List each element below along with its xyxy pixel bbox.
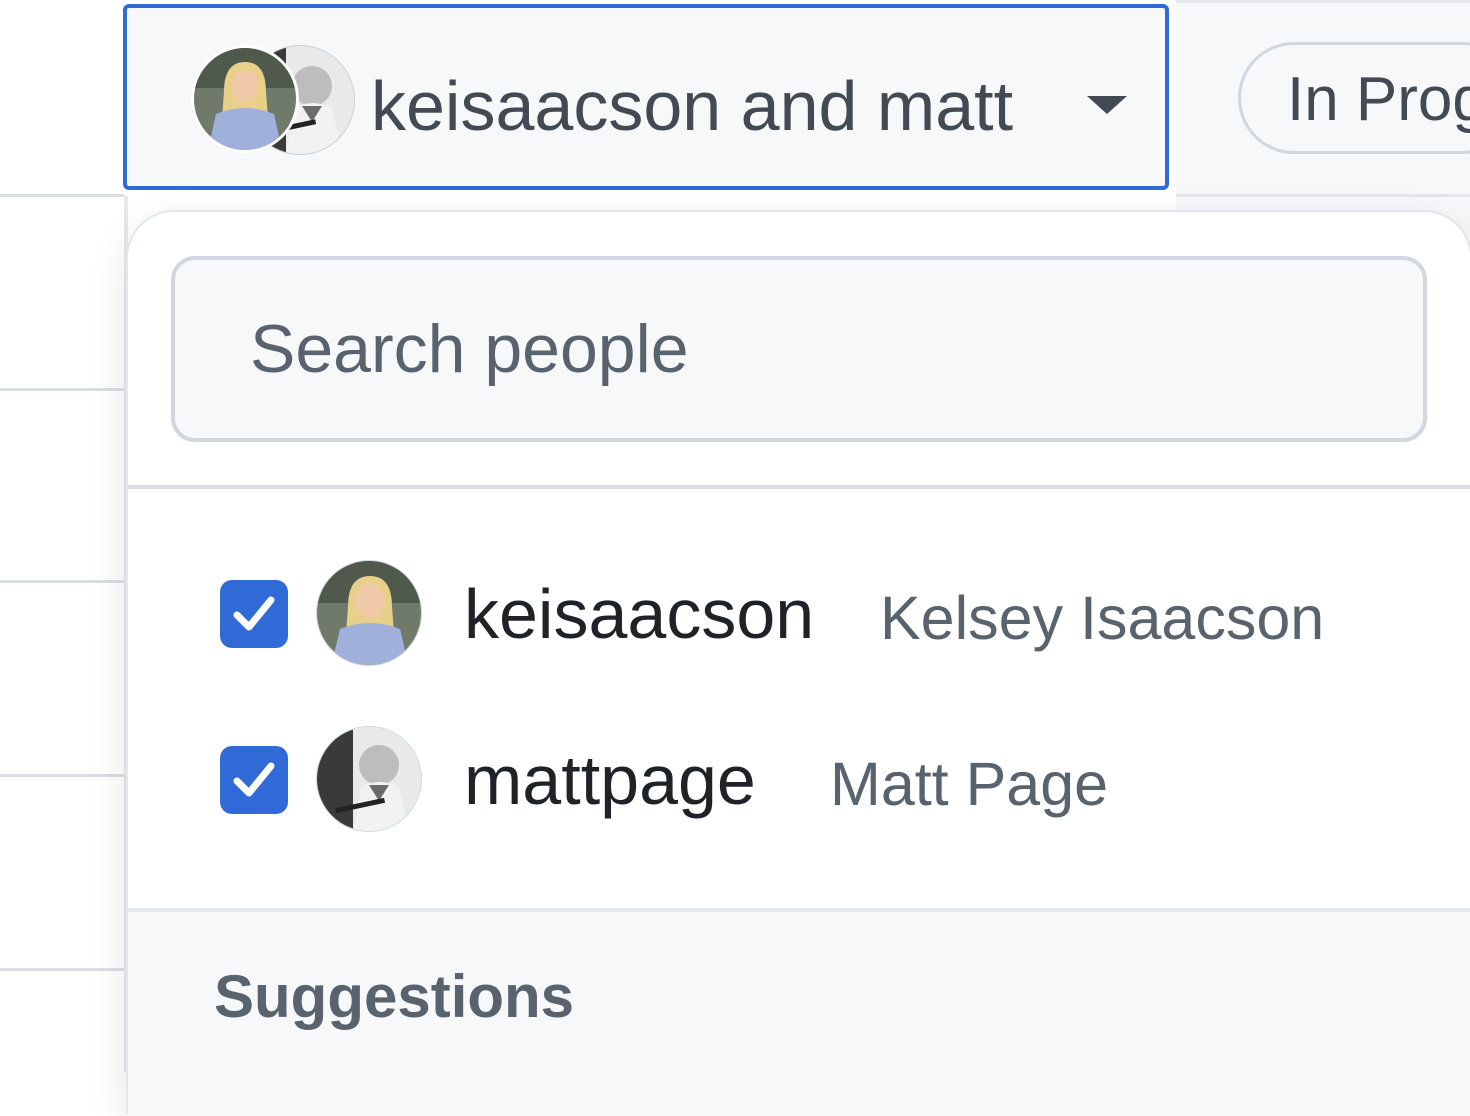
checkbox-checked[interactable] — [220, 746, 288, 814]
assignees-dropdown-button[interactable]: keisaacson and matt — [123, 4, 1169, 190]
row-divider — [1176, 0, 1470, 3]
row-divider — [0, 774, 124, 777]
caret-down-icon — [1087, 96, 1127, 114]
suggestions-heading: Suggestions — [214, 963, 575, 1030]
status-pill[interactable]: In Prog — [1238, 42, 1470, 154]
suggestions-section: Suggestions — [128, 908, 1470, 1116]
full-name: Matt Page — [830, 750, 1109, 818]
row-divider — [0, 388, 124, 391]
search-box — [171, 256, 1427, 442]
checkmark-icon — [233, 596, 275, 631]
menu-divider — [128, 485, 1470, 489]
avatar-keisaacson — [191, 45, 299, 153]
checkbox-checked[interactable] — [220, 580, 288, 648]
search-input[interactable] — [175, 260, 1423, 438]
row-divider — [0, 194, 124, 197]
checkmark-icon — [233, 762, 275, 797]
username: keisaacson — [464, 575, 815, 653]
username: mattpage — [464, 741, 756, 819]
status-label: In Prog — [1287, 65, 1470, 134]
assignees-label: keisaacson and matt — [371, 67, 1014, 145]
assignee-avatar-stack — [191, 45, 355, 155]
row-divider — [0, 968, 124, 971]
row-divider — [1176, 194, 1470, 197]
full-name: Kelsey Isaacson — [880, 584, 1325, 652]
person-row-keisaacson[interactable]: keisaacson Kelsey Isaacson — [128, 542, 1470, 692]
avatar-mattpage — [316, 726, 422, 832]
row-divider — [0, 580, 124, 583]
person-row-mattpage[interactable]: mattpage Matt Page — [128, 708, 1470, 858]
assignees-menu: keisaacson Kelsey Isaacson mattpage Matt… — [128, 212, 1470, 1116]
avatar-keisaacson — [316, 560, 422, 666]
